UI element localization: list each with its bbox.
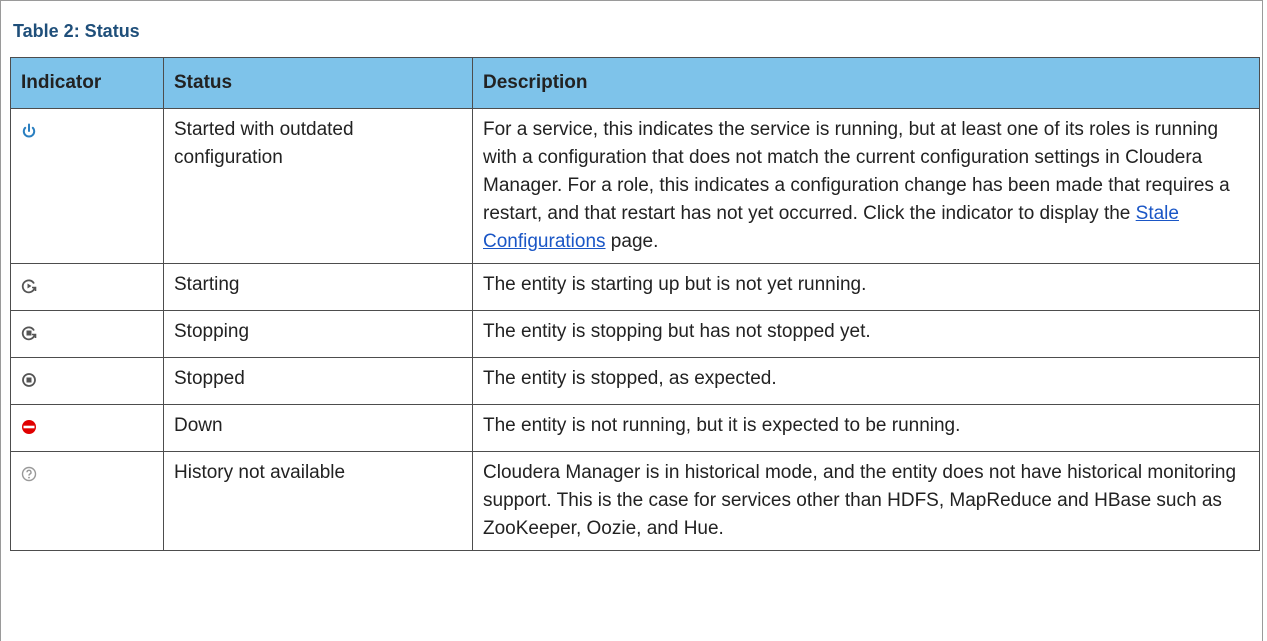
table-row: History not available Cloudera Manager i… bbox=[10, 451, 1260, 551]
table-row: Stopped The entity is stopped, as expect… bbox=[10, 357, 1260, 405]
table-header-row: Indicator Status Description bbox=[10, 57, 1260, 109]
status-cell: Starting bbox=[163, 263, 473, 311]
stopping-icon bbox=[21, 322, 37, 341]
indicator-cell bbox=[10, 357, 164, 405]
table-row: Started with outdated configuration For … bbox=[10, 108, 1260, 264]
header-indicator: Indicator bbox=[10, 57, 164, 109]
description-text: For a service, this indicates the servic… bbox=[483, 119, 1230, 224]
table-row: Stopping The entity is stopping but has … bbox=[10, 310, 1260, 358]
table-row: Starting The entity is starting up but i… bbox=[10, 263, 1260, 311]
power-icon[interactable] bbox=[21, 120, 37, 138]
description-cell: Cloudera Manager is in historical mode, … bbox=[472, 451, 1260, 551]
indicator-cell bbox=[10, 263, 164, 311]
status-cell: Stopping bbox=[163, 310, 473, 358]
indicator-cell bbox=[10, 108, 164, 264]
status-table: Indicator Status Description Started wit… bbox=[10, 57, 1260, 551]
description-cell: The entity is stopping but has not stopp… bbox=[472, 310, 1260, 358]
description-text: page. bbox=[605, 231, 659, 252]
header-status: Status bbox=[163, 57, 473, 109]
header-description: Description bbox=[472, 57, 1260, 109]
stopped-icon bbox=[21, 369, 37, 387]
description-cell: The entity is not running, but it is exp… bbox=[472, 404, 1260, 452]
indicator-cell bbox=[10, 404, 164, 452]
status-cell: Down bbox=[163, 404, 473, 452]
status-cell: Started with outdated configuration bbox=[163, 108, 473, 264]
table-caption: Table 2: Status bbox=[13, 21, 140, 41]
status-cell: History not available bbox=[163, 451, 473, 551]
starting-icon bbox=[21, 275, 37, 294]
table-container: Table 2: Status Indicator Status Descrip… bbox=[0, 0, 1263, 641]
down-icon bbox=[21, 416, 37, 434]
history-unavailable-icon bbox=[21, 463, 37, 482]
description-cell: For a service, this indicates the servic… bbox=[472, 108, 1260, 264]
indicator-cell bbox=[10, 451, 164, 551]
description-cell: The entity is stopped, as expected. bbox=[472, 357, 1260, 405]
status-cell: Stopped bbox=[163, 357, 473, 405]
description-cell: The entity is starting up but is not yet… bbox=[472, 263, 1260, 311]
table-row: Down The entity is not running, but it i… bbox=[10, 404, 1260, 452]
indicator-cell bbox=[10, 310, 164, 358]
